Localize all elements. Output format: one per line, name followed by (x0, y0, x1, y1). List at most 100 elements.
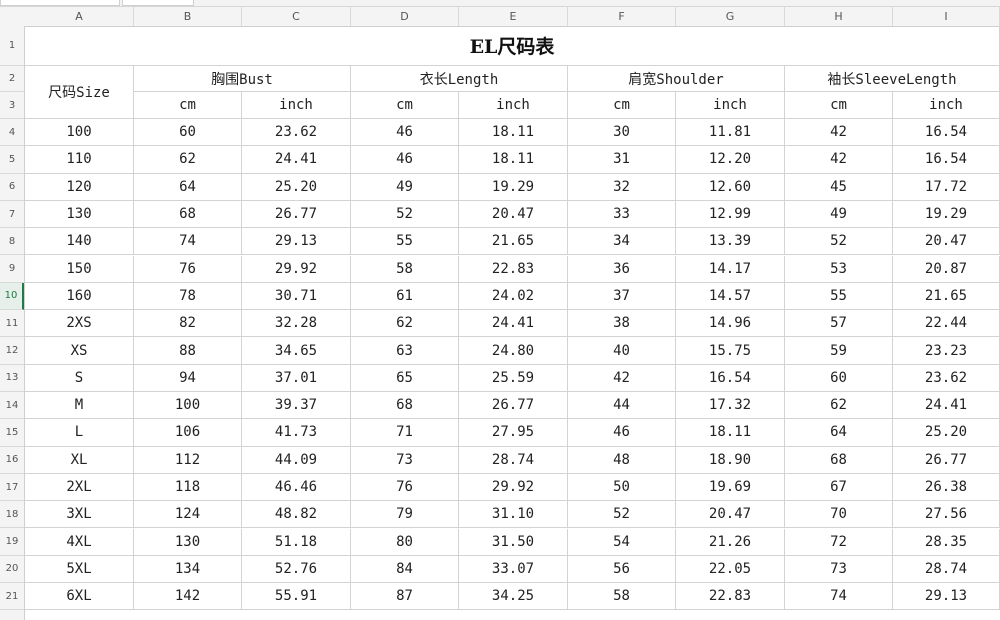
measurement-cell[interactable]: 40 (568, 337, 676, 365)
measurement-cell[interactable]: 26.77 (242, 200, 351, 229)
size-cell[interactable]: 120 (25, 173, 134, 201)
measurement-cell[interactable]: 19.69 (676, 473, 785, 502)
unit-header[interactable]: cm (351, 92, 459, 119)
measurement-cell[interactable]: 46.46 (242, 473, 351, 502)
measurement-cell[interactable]: 44.09 (242, 446, 351, 474)
measurement-cell[interactable]: 48 (568, 446, 676, 474)
measurement-cell[interactable]: 68 (134, 200, 242, 229)
row-header[interactable]: 19 (0, 529, 24, 556)
measurement-cell[interactable]: 37.01 (242, 364, 351, 392)
row-header[interactable]: 5 (0, 146, 24, 174)
size-cell[interactable]: 160 (25, 282, 134, 311)
measurement-cell[interactable]: 36 (568, 255, 676, 283)
measurement-cell[interactable]: 27.56 (893, 501, 1000, 529)
measurement-cell[interactable]: 64 (134, 173, 242, 201)
measurement-cell[interactable]: 45 (785, 173, 893, 201)
measurement-cell[interactable]: 22.83 (459, 255, 568, 283)
row-header[interactable]: 21 (0, 583, 24, 611)
measurement-cell[interactable]: 23.23 (893, 337, 1000, 365)
measurement-cell[interactable]: 18.90 (676, 446, 785, 474)
row-header[interactable]: 6 (0, 174, 24, 201)
sheet-tab-fragment[interactable] (0, 0, 120, 6)
measurement-cell[interactable]: 61 (351, 282, 459, 311)
row-header[interactable]: 16 (0, 447, 24, 474)
measurement-cell[interactable]: 25.20 (242, 173, 351, 201)
measurement-cell[interactable]: 34.25 (459, 583, 568, 611)
row-header[interactable]: 9 (0, 256, 24, 283)
measurement-cell[interactable]: 28.74 (893, 555, 1000, 584)
measurement-cell[interactable]: 59 (785, 337, 893, 365)
size-header[interactable]: 尺码Size (25, 66, 134, 119)
group-header[interactable]: 袖长SleeveLength (785, 66, 1000, 92)
measurement-cell[interactable]: 32.28 (242, 310, 351, 338)
measurement-cell[interactable]: 33.07 (459, 555, 568, 584)
group-header[interactable]: 衣长Length (351, 66, 568, 92)
measurement-cell[interactable]: 48.82 (242, 501, 351, 529)
measurement-cell[interactable]: 44 (568, 392, 676, 420)
measurement-cell[interactable]: 33 (568, 200, 676, 229)
measurement-cell[interactable]: 30 (568, 119, 676, 147)
measurement-cell[interactable]: 94 (134, 364, 242, 392)
measurement-cell[interactable]: 34.65 (242, 337, 351, 365)
measurement-cell[interactable]: 24.41 (242, 146, 351, 174)
measurement-cell[interactable]: 25.20 (893, 419, 1000, 447)
row-header[interactable]: 3 (0, 92, 24, 119)
size-cell[interactable]: 150 (25, 255, 134, 283)
row-header[interactable]: 15 (0, 419, 24, 447)
measurement-cell[interactable]: 29.92 (242, 255, 351, 283)
measurement-cell[interactable]: 88 (134, 337, 242, 365)
measurement-cell[interactable]: 22.44 (893, 310, 1000, 338)
size-cell[interactable]: M (25, 392, 134, 420)
unit-header[interactable]: cm (785, 92, 893, 119)
measurement-cell[interactable]: 18.11 (459, 146, 568, 174)
measurement-cell[interactable]: 32 (568, 173, 676, 201)
row-header[interactable]: 10 (0, 282, 24, 311)
measurement-cell[interactable]: 65 (351, 364, 459, 392)
column-header-c[interactable]: C (242, 7, 351, 26)
measurement-cell[interactable]: 21.26 (676, 528, 785, 556)
measurement-cell[interactable]: 64 (785, 419, 893, 447)
measurement-cell[interactable]: 19.29 (893, 200, 1000, 229)
measurement-cell[interactable]: 24.41 (459, 310, 568, 338)
measurement-cell[interactable]: 29.13 (242, 228, 351, 256)
measurement-cell[interactable]: 28.74 (459, 446, 568, 474)
measurement-cell[interactable]: 31.10 (459, 501, 568, 529)
measurement-cell[interactable]: 18.11 (459, 119, 568, 147)
measurement-cell[interactable]: 26.77 (459, 392, 568, 420)
measurement-cell[interactable]: 118 (134, 473, 242, 502)
measurement-cell[interactable]: 41.73 (242, 419, 351, 447)
measurement-cell[interactable]: 16.54 (893, 119, 1000, 147)
measurement-cell[interactable]: 52 (351, 200, 459, 229)
measurement-cell[interactable]: 57 (785, 310, 893, 338)
measurement-cell[interactable]: 16.54 (676, 364, 785, 392)
measurement-cell[interactable]: 20.47 (893, 228, 1000, 256)
row-header[interactable]: 8 (0, 228, 24, 256)
column-header-b[interactable]: B (134, 7, 242, 26)
size-cell[interactable]: 2XS (25, 310, 134, 338)
measurement-cell[interactable]: 38 (568, 310, 676, 338)
measurement-cell[interactable]: 19.29 (459, 173, 568, 201)
measurement-cell[interactable]: 76 (351, 473, 459, 502)
measurement-cell[interactable]: 67 (785, 473, 893, 502)
measurement-cell[interactable]: 51.18 (242, 528, 351, 556)
row-header[interactable]: 17 (0, 474, 24, 502)
column-header-i[interactable]: I (893, 7, 1000, 26)
size-cell[interactable]: 100 (25, 119, 134, 147)
measurement-cell[interactable]: 39.37 (242, 392, 351, 420)
measurement-cell[interactable]: 73 (785, 555, 893, 584)
size-cell[interactable]: S (25, 364, 134, 392)
size-cell[interactable]: 6XL (25, 583, 134, 611)
row-header[interactable]: 14 (0, 392, 24, 420)
measurement-cell[interactable]: 63 (351, 337, 459, 365)
measurement-cell[interactable]: 82 (134, 310, 242, 338)
unit-header[interactable]: cm (134, 92, 242, 119)
size-cell[interactable]: 110 (25, 146, 134, 174)
sheet-title[interactable]: EL尺码表 (25, 26, 1000, 66)
measurement-cell[interactable]: 50 (568, 473, 676, 502)
measurement-cell[interactable]: 42 (785, 119, 893, 147)
measurement-cell[interactable]: 134 (134, 555, 242, 584)
measurement-cell[interactable]: 60 (134, 119, 242, 147)
measurement-cell[interactable]: 106 (134, 419, 242, 447)
measurement-cell[interactable]: 17.32 (676, 392, 785, 420)
measurement-cell[interactable]: 68 (785, 446, 893, 474)
